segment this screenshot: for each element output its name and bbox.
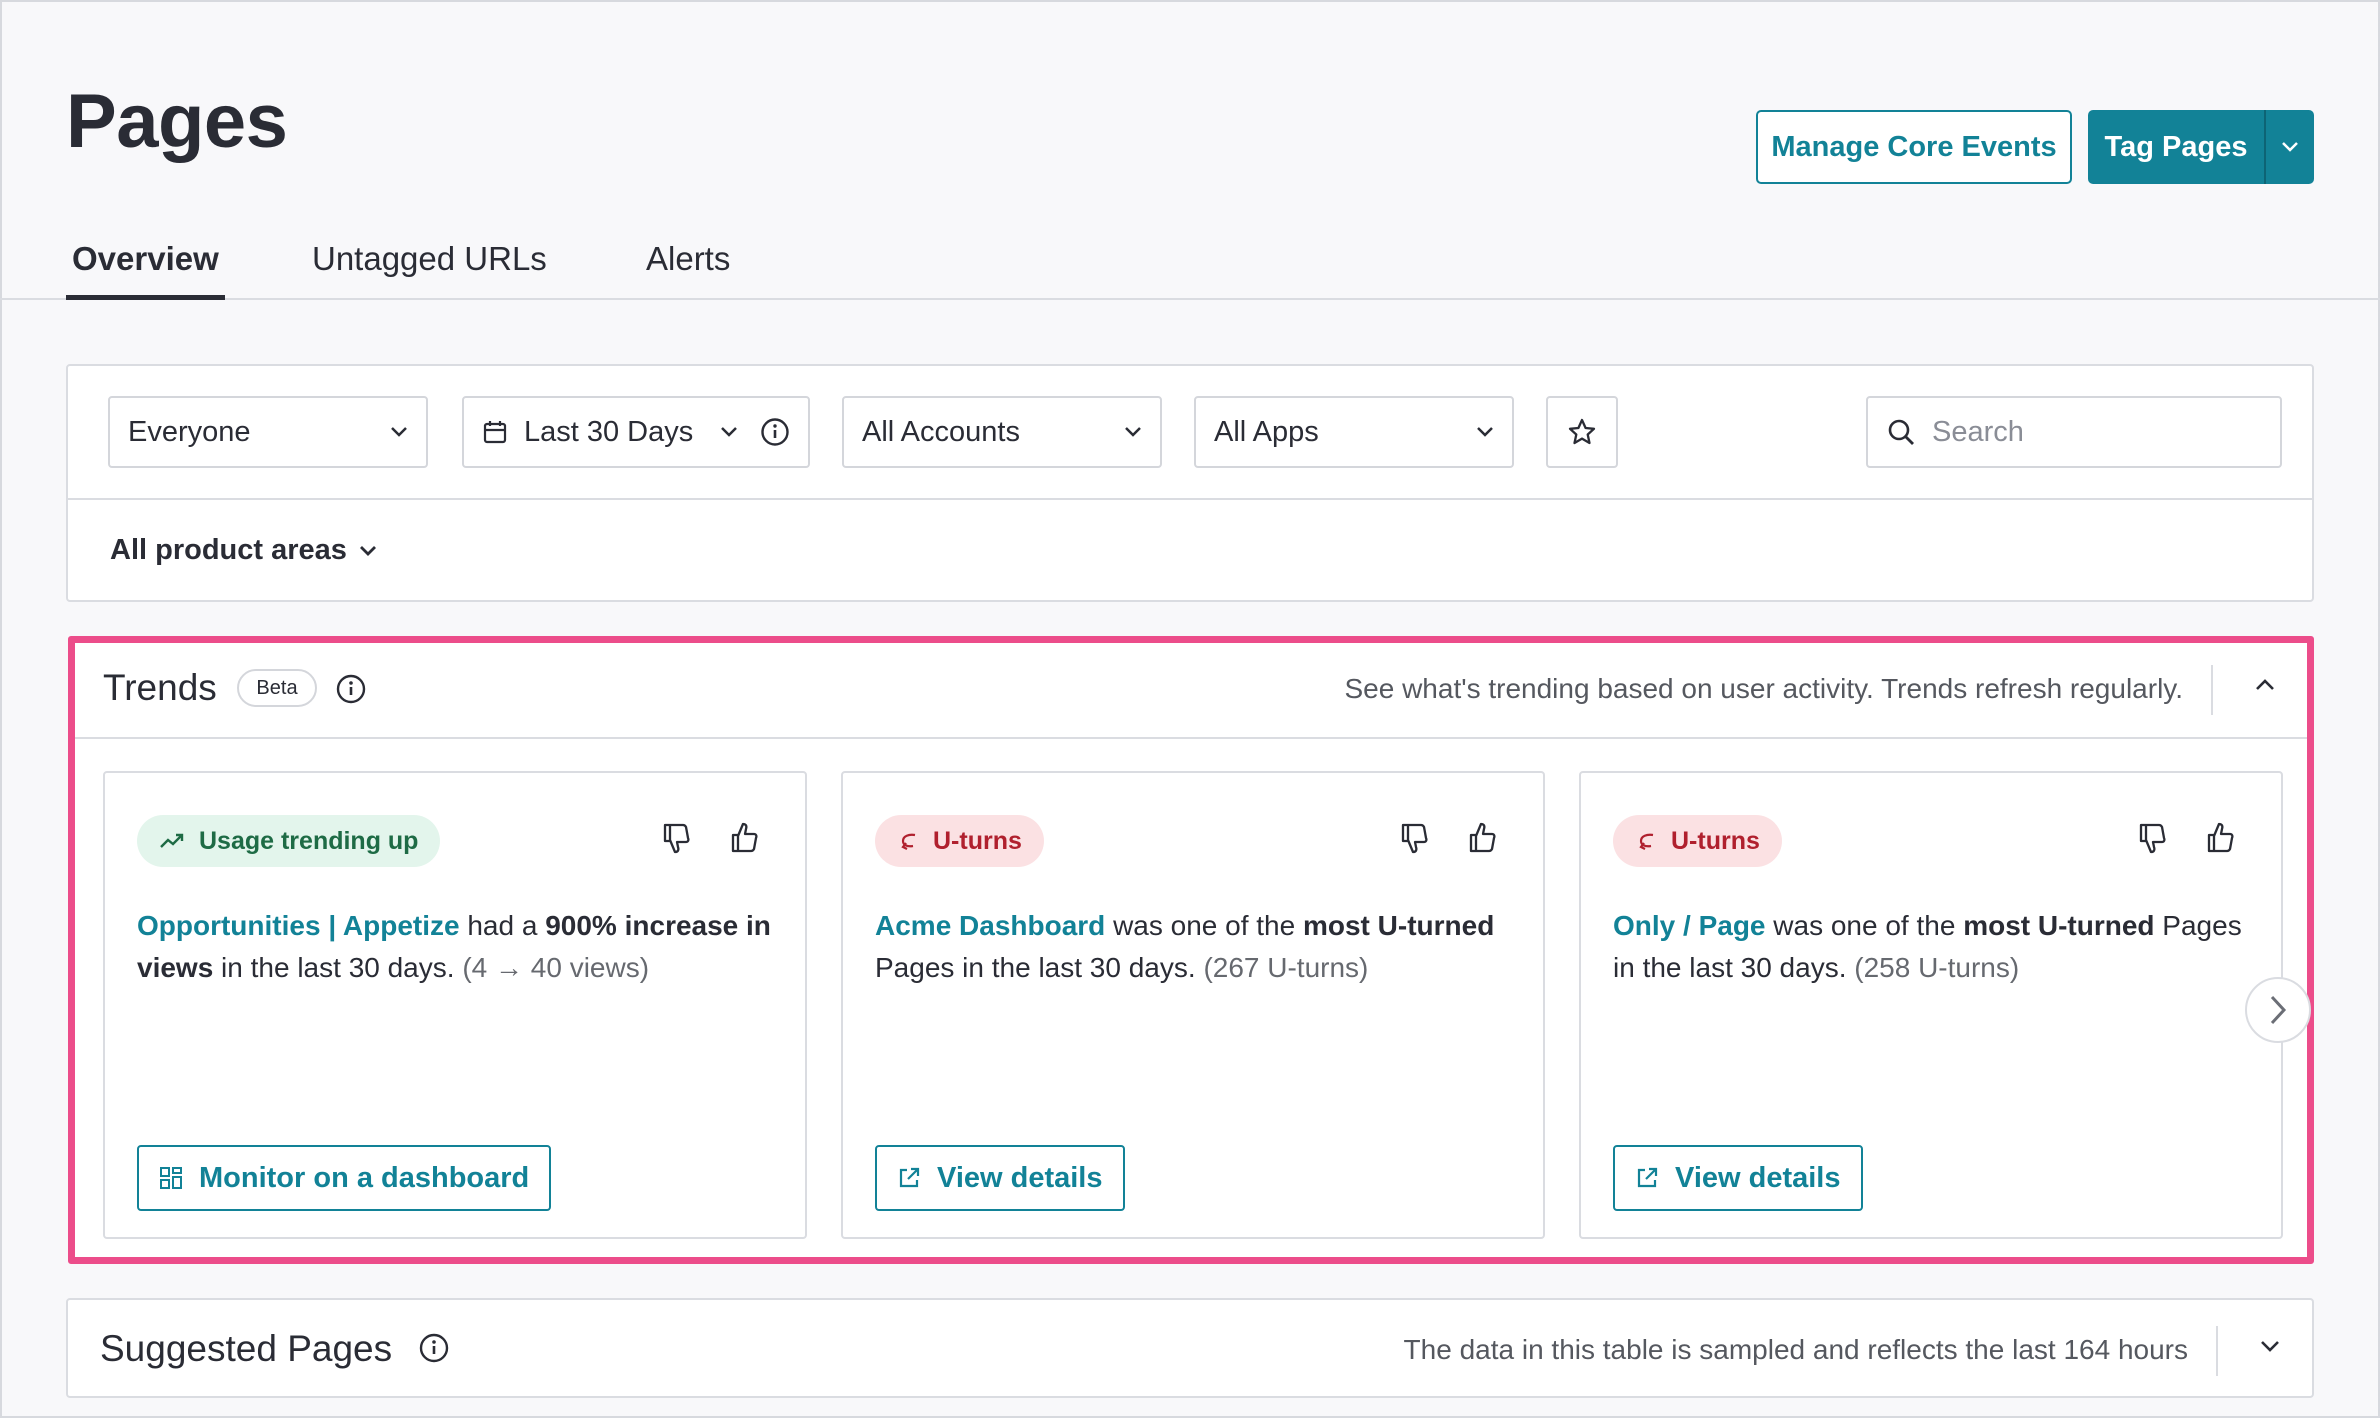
trend-text: in the last 30 days. [213,952,463,983]
date-range-select[interactable]: Last 30 Days [462,396,810,468]
external-link-icon [1637,1167,1658,1188]
trends-panel: Trends Beta See what's trending based on… [68,636,2314,1264]
external-link-icon [899,1167,920,1188]
suggested-pages-title: Suggested Pages [100,1328,393,1369]
u-turn-icon [901,833,916,850]
tab-untagged-urls[interactable]: Untagged URLs [312,240,547,300]
product-areas-label: All product areas [110,534,347,566]
trend-text: Pages in the last 30 days. [875,952,1204,983]
header-separator [2211,665,2213,715]
accounts-select[interactable]: All Accounts [842,396,1162,468]
product-areas-dropdown[interactable]: All product areas [110,534,377,567]
trends-header: Trends Beta See what's trending based on… [75,643,2307,739]
trend-text: had a [459,910,546,941]
button-label: View details [937,1161,1103,1194]
trend-highlight: most U-turned [1302,910,1495,941]
trend-card-text: Opportunities | Appetize had a 900% incr… [137,905,777,989]
dashboard-icon [160,1167,182,1189]
trend-pill-label: U-turns [1671,826,1760,855]
tab-overview[interactable]: Overview [66,240,225,300]
trend-card: U-turns Acme Dashboard was one of the mo… [841,771,1545,1239]
trend-pill-label: U-turns [933,826,1022,855]
trend-text: was one of the [1105,910,1303,941]
apps-select[interactable]: All Apps [1194,396,1514,468]
thumbs-down-icon[interactable] [2135,821,2169,855]
info-icon[interactable] [760,417,790,447]
tab-alerts[interactable]: Alerts [646,240,730,300]
trend-pill: Usage trending up [137,815,441,867]
suggested-pages-panel: Suggested Pages The data in this table i… [66,1298,2314,1398]
page-link[interactable]: Opportunities | Appetize [137,910,460,941]
star-icon [1568,418,1596,445]
thumbs-down-icon[interactable] [659,821,693,855]
tag-pages-split-button: Tag Pages [2088,110,2314,184]
feedback-buttons [659,821,761,855]
info-icon[interactable] [335,673,367,705]
chevron-down-icon [1125,427,1141,437]
tag-pages-button[interactable]: Tag Pages [2088,110,2264,184]
chevron-down-icon [359,545,376,556]
view-details-button[interactable]: View details [875,1145,1125,1211]
feedback-buttons [1397,821,1499,855]
thumbs-up-icon[interactable] [1465,821,1499,855]
header-separator [2216,1326,2218,1376]
view-details-button[interactable]: View details [1613,1145,1863,1211]
button-label: View details [1675,1161,1841,1194]
page-link[interactable]: Only / Page [1613,910,1766,941]
thumbs-up-icon[interactable] [727,821,761,855]
trend-card: Usage trending up Opportunities | Appeti… [103,771,807,1239]
filter-divider [68,498,2312,500]
trends-description: See what's trending based on user activi… [1344,673,2183,704]
u-turn-icon [1639,833,1654,850]
trend-card-text: Acme Dashboard was one of the most U-tur… [875,905,1515,989]
search-box[interactable]: Search [1866,396,2282,468]
suggested-pages-description: The data in this table is sampled and re… [1403,1334,2188,1365]
chevron-down-icon [721,427,737,437]
search-icon [1888,419,1914,445]
trend-card: U-turns Only / Page was one of the most … [1579,771,2283,1239]
button-label: Monitor on a dashboard [199,1161,530,1194]
segment-select-label: Everyone [128,415,251,448]
thumbs-up-icon[interactable] [2203,821,2237,855]
trends-title: Trends [103,667,217,708]
tab-bar: Overview Untagged URLs Alerts [0,240,2380,300]
chevron-down-icon [2282,142,2298,152]
calendar-icon [483,421,507,444]
chevron-down-icon [1477,427,1493,437]
trend-metric: (4 → 40 views) [462,952,650,983]
chevron-down-icon[interactable] [2258,1334,2282,1358]
trend-metric: (267 U-turns) [1203,952,1369,983]
monitor-dashboard-button[interactable]: Monitor on a dashboard [137,1145,552,1211]
segment-select[interactable]: Everyone [108,396,428,468]
trend-card-text: Only / Page was one of the most U-turned… [1613,905,2253,989]
next-card-button[interactable] [2245,977,2311,1043]
tag-pages-dropdown-button[interactable] [2264,110,2314,184]
info-icon[interactable] [418,1332,450,1364]
favorite-button[interactable] [1546,396,1618,468]
trending-up-icon [160,833,184,848]
trend-text: was one of the [1765,910,1964,941]
apps-select-label: All Apps [1214,415,1319,448]
page-link[interactable]: Acme Dashboard [875,910,1105,941]
trend-pill: U-turns [875,815,1044,867]
trend-highlight: most U-turned [1963,910,2155,941]
chevron-down-icon [391,427,407,437]
search-input[interactable]: Search [1932,416,2024,449]
thumbs-down-icon[interactable] [1397,821,1431,855]
chevron-up-icon[interactable] [2253,673,2277,697]
trend-metric: (258 U-turns) [1854,952,2020,983]
chevron-right-icon [2270,995,2287,1025]
date-range-label: Last 30 Days [524,415,694,448]
accounts-select-label: All Accounts [862,415,1020,448]
trend-pill-label: Usage trending up [199,826,419,855]
page-title: Pages [66,79,288,164]
trend-pill: U-turns [1613,815,1782,867]
manage-core-events-button[interactable]: Manage Core Events [1756,110,2072,184]
beta-badge: Beta [237,669,317,707]
filter-panel: Everyone Last 30 Days All Accounts All A… [66,364,2314,602]
feedback-buttons [2135,821,2237,855]
